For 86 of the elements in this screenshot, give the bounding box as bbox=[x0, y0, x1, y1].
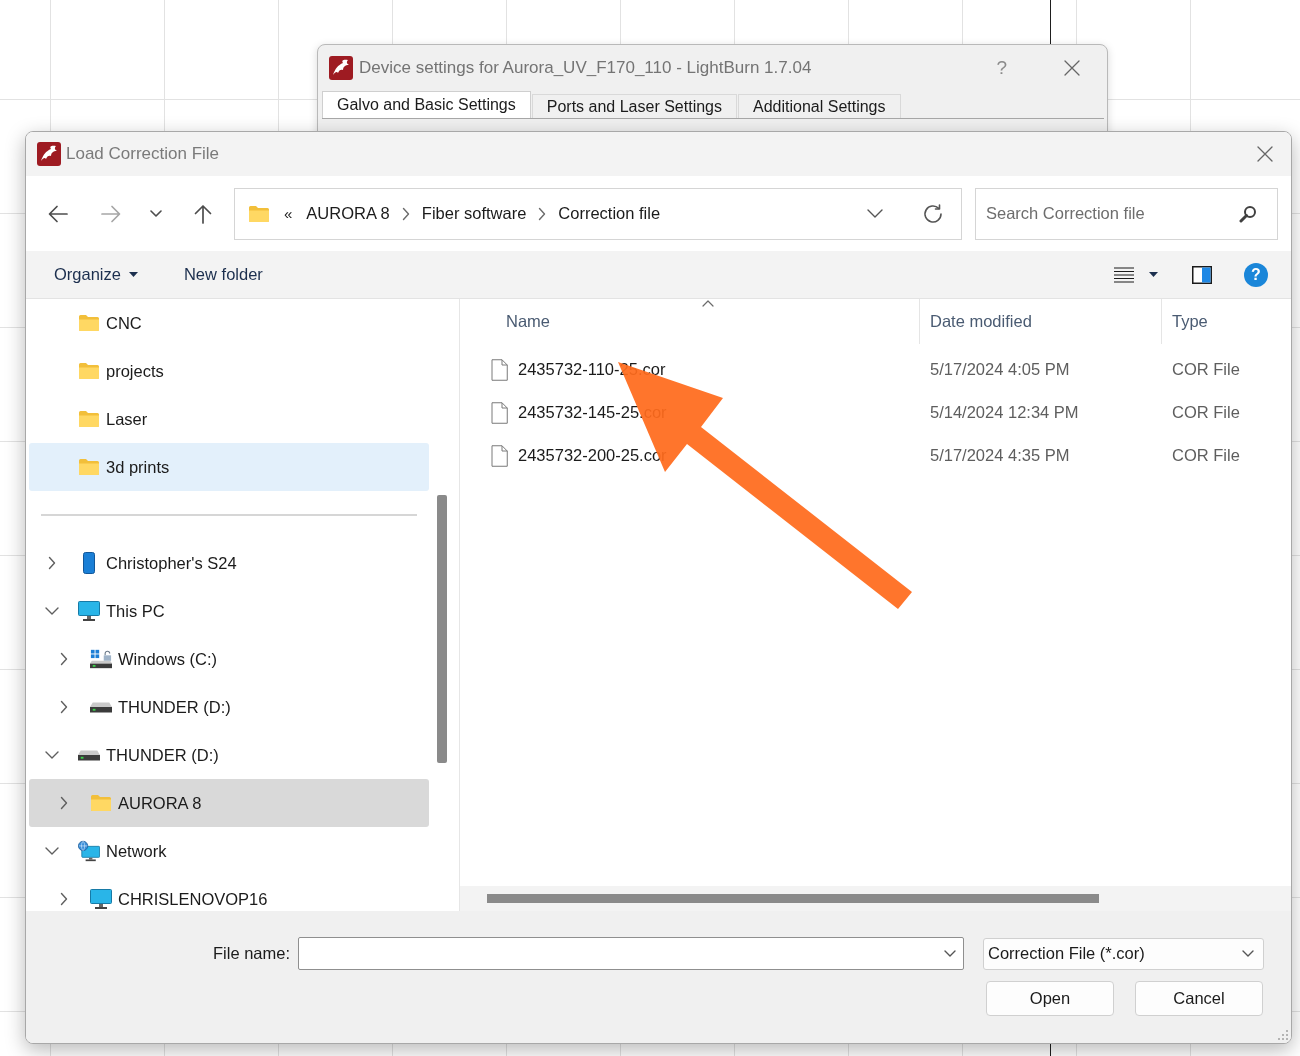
date-modified: 5/17/2024 4:05 PM bbox=[930, 360, 1070, 379]
list-view-icon[interactable] bbox=[1114, 266, 1134, 283]
column-header[interactable]: Name bbox=[460, 299, 919, 344]
search-icon[interactable] bbox=[1239, 204, 1257, 223]
chevron-down-icon[interactable] bbox=[45, 751, 59, 759]
chevron-down-icon[interactable] bbox=[150, 210, 162, 217]
file-type: COR File bbox=[1172, 360, 1240, 379]
sidebar-item[interactable]: Christopher's S24 bbox=[29, 539, 429, 587]
app-icon bbox=[329, 56, 353, 80]
cancel-button[interactable]: Cancel bbox=[1135, 981, 1263, 1016]
sidebar-item[interactable]: Windows (C:) bbox=[29, 635, 429, 683]
settings-tab[interactable]: Galvo and Basic Settings bbox=[322, 91, 531, 118]
sidebar-item[interactable]: CNC bbox=[29, 299, 429, 347]
folder-icon bbox=[78, 458, 100, 476]
sidebar-item[interactable]: AURORA 8 bbox=[29, 779, 429, 827]
sidebar-item[interactable]: 3d prints bbox=[29, 443, 429, 491]
settings-tab[interactable]: Additional Settings bbox=[738, 94, 901, 118]
file-name-field[interactable] bbox=[298, 937, 964, 970]
chevron-down-icon[interactable] bbox=[45, 847, 59, 855]
sidebar-item[interactable]: CHRISLENOVOP16 bbox=[29, 875, 429, 911]
column-header[interactable]: Date modified bbox=[919, 299, 1161, 344]
sort-caret-icon[interactable] bbox=[701, 300, 714, 307]
drive-icon bbox=[78, 749, 100, 761]
chevron-right-icon[interactable] bbox=[538, 206, 547, 221]
address-bar[interactable]: « AURORA 8 Fiber software Correction file bbox=[234, 187, 962, 240]
date-modified: 5/14/2024 12:34 PM bbox=[930, 403, 1079, 422]
back-arrow-icon[interactable] bbox=[48, 204, 68, 223]
folder-icon bbox=[78, 410, 100, 428]
preview-pane-icon[interactable] bbox=[1192, 265, 1212, 284]
folder-icon bbox=[90, 794, 112, 812]
app-icon bbox=[37, 142, 61, 166]
column-header[interactable]: Type bbox=[1161, 299, 1291, 344]
breadcrumb-overflow[interactable]: « bbox=[282, 205, 295, 222]
search-field[interactable]: Search Correction file bbox=[975, 187, 1278, 240]
help-button[interactable]: ? bbox=[1244, 262, 1268, 287]
field-label: File name: bbox=[212, 944, 290, 963]
breadcrumb[interactable]: AURORA 8 bbox=[306, 204, 390, 223]
settings-tab[interactable]: Ports and Laser Settings bbox=[531, 94, 737, 118]
close-icon[interactable] bbox=[1064, 60, 1080, 76]
scrollbar-thumb[interactable] bbox=[487, 894, 1099, 903]
chevron-right-icon[interactable] bbox=[60, 700, 68, 714]
scrollbar-thumb[interactable] bbox=[437, 495, 447, 763]
toolbar-button[interactable]: New folder bbox=[183, 265, 263, 284]
sidebar-item[interactable]: THUNDER (D:) bbox=[29, 731, 429, 779]
network-icon bbox=[78, 839, 100, 863]
folder-icon bbox=[78, 362, 100, 380]
monitor-icon bbox=[90, 889, 112, 909]
date-modified: 5/17/2024 4:35 PM bbox=[930, 446, 1070, 465]
file-type: COR File bbox=[1172, 446, 1240, 465]
window-title: Device settings for Aurora_UV_F170_110 - LightBurn 1.7.04 bbox=[359, 58, 812, 78]
toolbar-button[interactable]: Organize bbox=[54, 265, 138, 284]
file-icon bbox=[491, 444, 508, 467]
chevron-right-icon[interactable] bbox=[48, 556, 56, 570]
breadcrumb[interactable]: Correction file bbox=[558, 204, 661, 223]
phone-icon bbox=[83, 552, 95, 574]
caret-down-icon[interactable] bbox=[128, 272, 138, 277]
file-icon bbox=[491, 401, 508, 424]
caret-down-icon[interactable] bbox=[1149, 272, 1158, 277]
file-icon bbox=[491, 358, 508, 381]
file-type-dropdown[interactable]: Correction File (*.cor) bbox=[983, 937, 1264, 970]
sidebar-item[interactable]: Laser bbox=[29, 395, 429, 443]
chevron-down-icon[interactable] bbox=[944, 950, 956, 957]
refresh-icon[interactable] bbox=[923, 203, 943, 224]
folder-icon bbox=[78, 314, 100, 332]
sidebar-item[interactable]: This PC bbox=[29, 587, 429, 635]
up-arrow-icon[interactable] bbox=[194, 203, 212, 224]
chevron-right-icon[interactable] bbox=[60, 892, 68, 906]
breadcrumb[interactable]: Fiber software bbox=[421, 204, 527, 223]
system-drive-icon bbox=[90, 649, 112, 669]
resize-grip-icon[interactable] bbox=[1278, 1030, 1288, 1040]
sidebar-item[interactable]: THUNDER (D:) bbox=[29, 683, 429, 731]
close-icon[interactable] bbox=[1257, 146, 1273, 162]
sidebar-item[interactable]: projects bbox=[29, 347, 429, 395]
chevron-down-icon[interactable] bbox=[867, 209, 883, 218]
sidebar-item[interactable]: Network bbox=[29, 827, 429, 875]
open-button[interactable]: Open bbox=[986, 981, 1114, 1016]
monitor-icon bbox=[78, 601, 100, 621]
chevron-down-icon[interactable] bbox=[1242, 950, 1254, 957]
file-type: COR File bbox=[1172, 403, 1240, 422]
dialog-title: Load Correction File bbox=[66, 144, 220, 164]
chevron-right-icon[interactable] bbox=[401, 206, 410, 221]
chevron-right-icon[interactable] bbox=[60, 652, 68, 666]
chevron-right-icon[interactable] bbox=[60, 796, 68, 810]
drive-icon bbox=[90, 701, 112, 713]
folder-icon bbox=[248, 204, 270, 223]
chevron-down-icon[interactable] bbox=[45, 607, 59, 615]
